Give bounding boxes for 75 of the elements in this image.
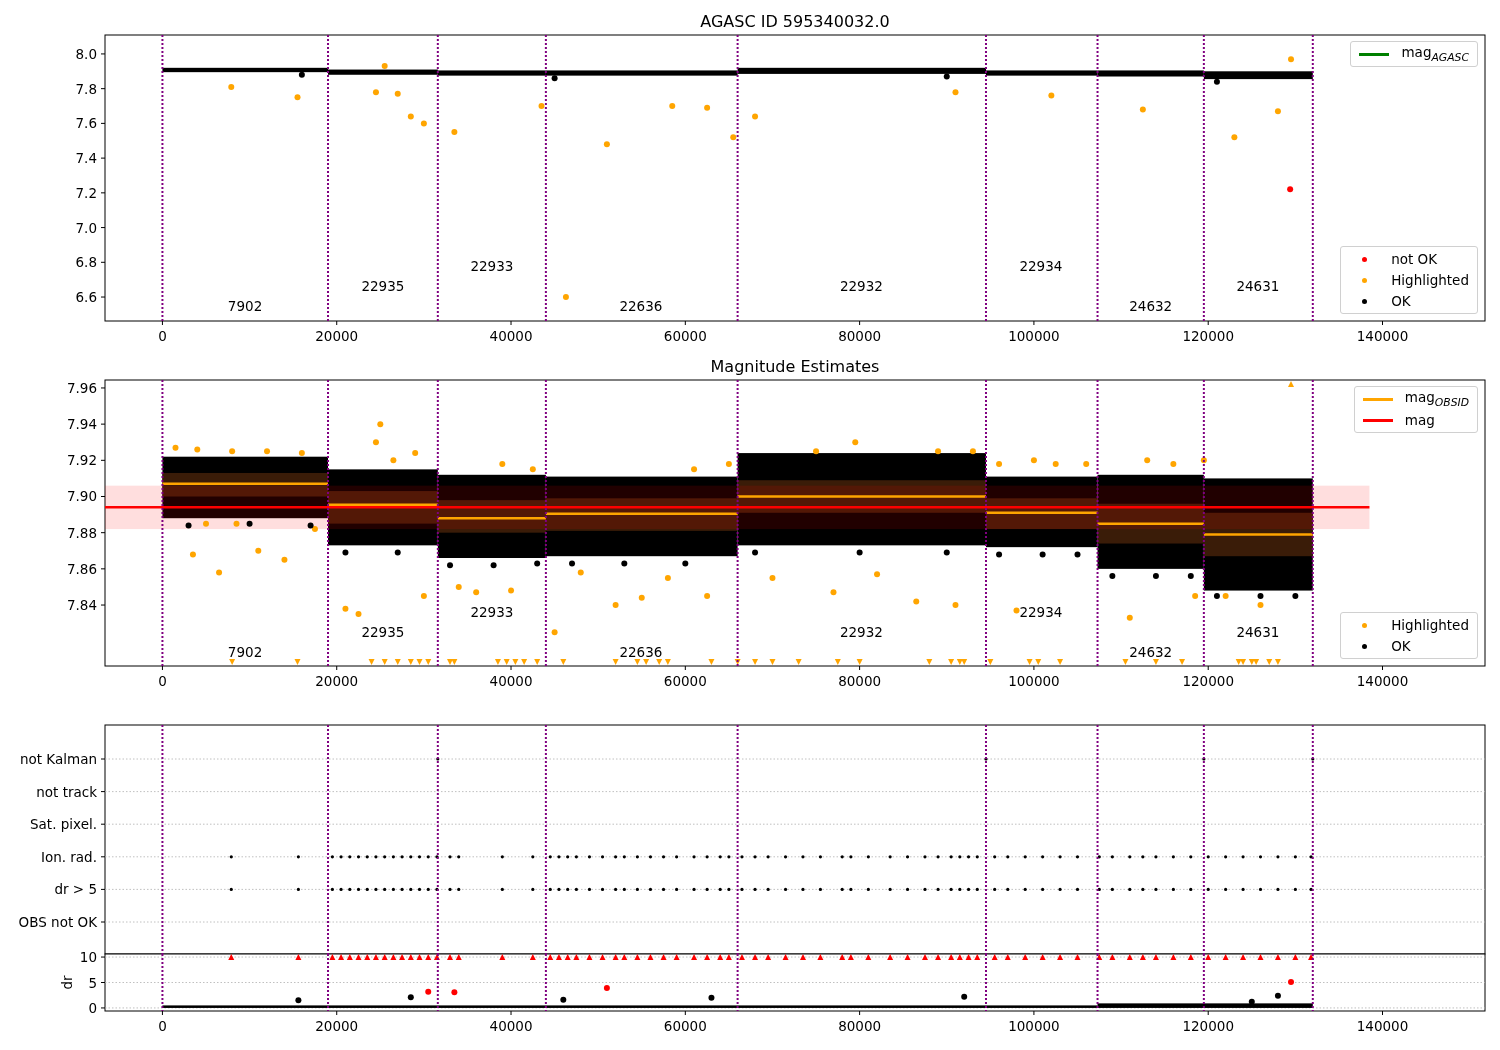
obsid-label: 7902 [227, 644, 263, 661]
row-label: not track [36, 783, 97, 800]
row-label: Ion. rad. [40, 848, 97, 865]
tick-label: 80000 [838, 1018, 882, 1034]
tick-label: 100000 [1008, 673, 1060, 689]
obsid-label: 22934 [1019, 257, 1063, 274]
obsid-label: 22932 [839, 624, 883, 641]
obsid-label: 22932 [839, 277, 883, 294]
tick-label: 7.6 [75, 115, 97, 132]
legend-label: not OK [1391, 251, 1438, 267]
tick-label: 140000 [1356, 673, 1409, 689]
tick-label: 7.4 [75, 150, 97, 167]
chart-title: Magnitude Estimates [710, 357, 880, 376]
obsid-label: 22636 [619, 644, 663, 661]
obsid-label: 22934 [1019, 604, 1063, 621]
tick-label: 8.0 [75, 45, 97, 62]
tick-label: 120000 [1182, 1018, 1234, 1034]
tick-label: 5 [88, 974, 97, 991]
row-label: dr > 5 [54, 881, 97, 898]
obsid-label: 24632 [1129, 297, 1173, 314]
tick-label: 20000 [315, 328, 359, 344]
tick-label: 7.94 [66, 416, 97, 433]
row-label: not Kalman [19, 751, 97, 767]
legend-label: mag$_{OBSID}$ [1404, 389, 1469, 409]
legend-label: Highlighted [1391, 617, 1469, 633]
axis-label: dr [59, 975, 75, 990]
tick-label: 0 [158, 1018, 167, 1034]
tick-label: 6.8 [75, 254, 97, 271]
chart-title: AGASC ID 595340032.0 [700, 12, 890, 31]
tick-label: 40000 [489, 1018, 533, 1034]
obsid-label: 24632 [1129, 644, 1173, 661]
tick-label: 7.84 [66, 597, 97, 614]
tick-label: 140000 [1356, 1018, 1409, 1034]
row-label: OBS not OK [18, 914, 97, 930]
obsid-label: 22636 [619, 297, 663, 314]
tick-label: 40000 [489, 328, 533, 344]
tick-label: 7.86 [66, 560, 97, 577]
legend-label: mag$_{AGASC}$ [1401, 44, 1469, 64]
tick-label: 60000 [663, 1018, 707, 1034]
tick-label: 10 [79, 949, 97, 966]
tick-label: 60000 [663, 673, 707, 689]
tick-label: 7.90 [66, 488, 97, 505]
tick-label: 120000 [1182, 328, 1234, 344]
tick-label: 40000 [489, 673, 533, 689]
legend-label: OK [1391, 638, 1411, 654]
tick-label: 60000 [663, 328, 707, 344]
tick-label: 0 [158, 328, 167, 344]
tick-label: 20000 [315, 673, 359, 689]
tick-label: 140000 [1356, 328, 1409, 344]
tick-label: 7.88 [66, 524, 97, 541]
obsid-label: 22933 [470, 257, 514, 274]
row-label: Sat. pixel. [30, 816, 97, 833]
obsid-label: 22933 [470, 604, 514, 621]
legend-label: mag [1404, 412, 1435, 428]
tick-label: 7.2 [75, 184, 97, 201]
tick-label: 0 [88, 999, 97, 1016]
obsid-label: 24631 [1236, 624, 1280, 641]
tick-label: 20000 [315, 1018, 359, 1034]
obsid-label: 22935 [361, 277, 405, 294]
tick-label: 80000 [838, 673, 882, 689]
tick-label: 0 [158, 673, 167, 689]
tick-label: 7.8 [75, 80, 97, 97]
tick-label: 100000 [1008, 328, 1060, 344]
tick-label: 7.92 [66, 452, 97, 469]
tick-label: 6.6 [75, 289, 97, 306]
tick-label: 7.0 [75, 219, 97, 236]
tick-label: 100000 [1008, 1018, 1060, 1034]
obsid-label: 24631 [1236, 277, 1280, 294]
tick-label: 7.96 [66, 379, 97, 396]
tick-label: 80000 [838, 328, 882, 344]
obsid-label: 22935 [361, 624, 405, 641]
legend-label: Highlighted [1391, 272, 1469, 288]
obsid-label: 7902 [227, 297, 263, 314]
tick-label: 120000 [1182, 673, 1234, 689]
legend-label: OK [1391, 293, 1411, 309]
